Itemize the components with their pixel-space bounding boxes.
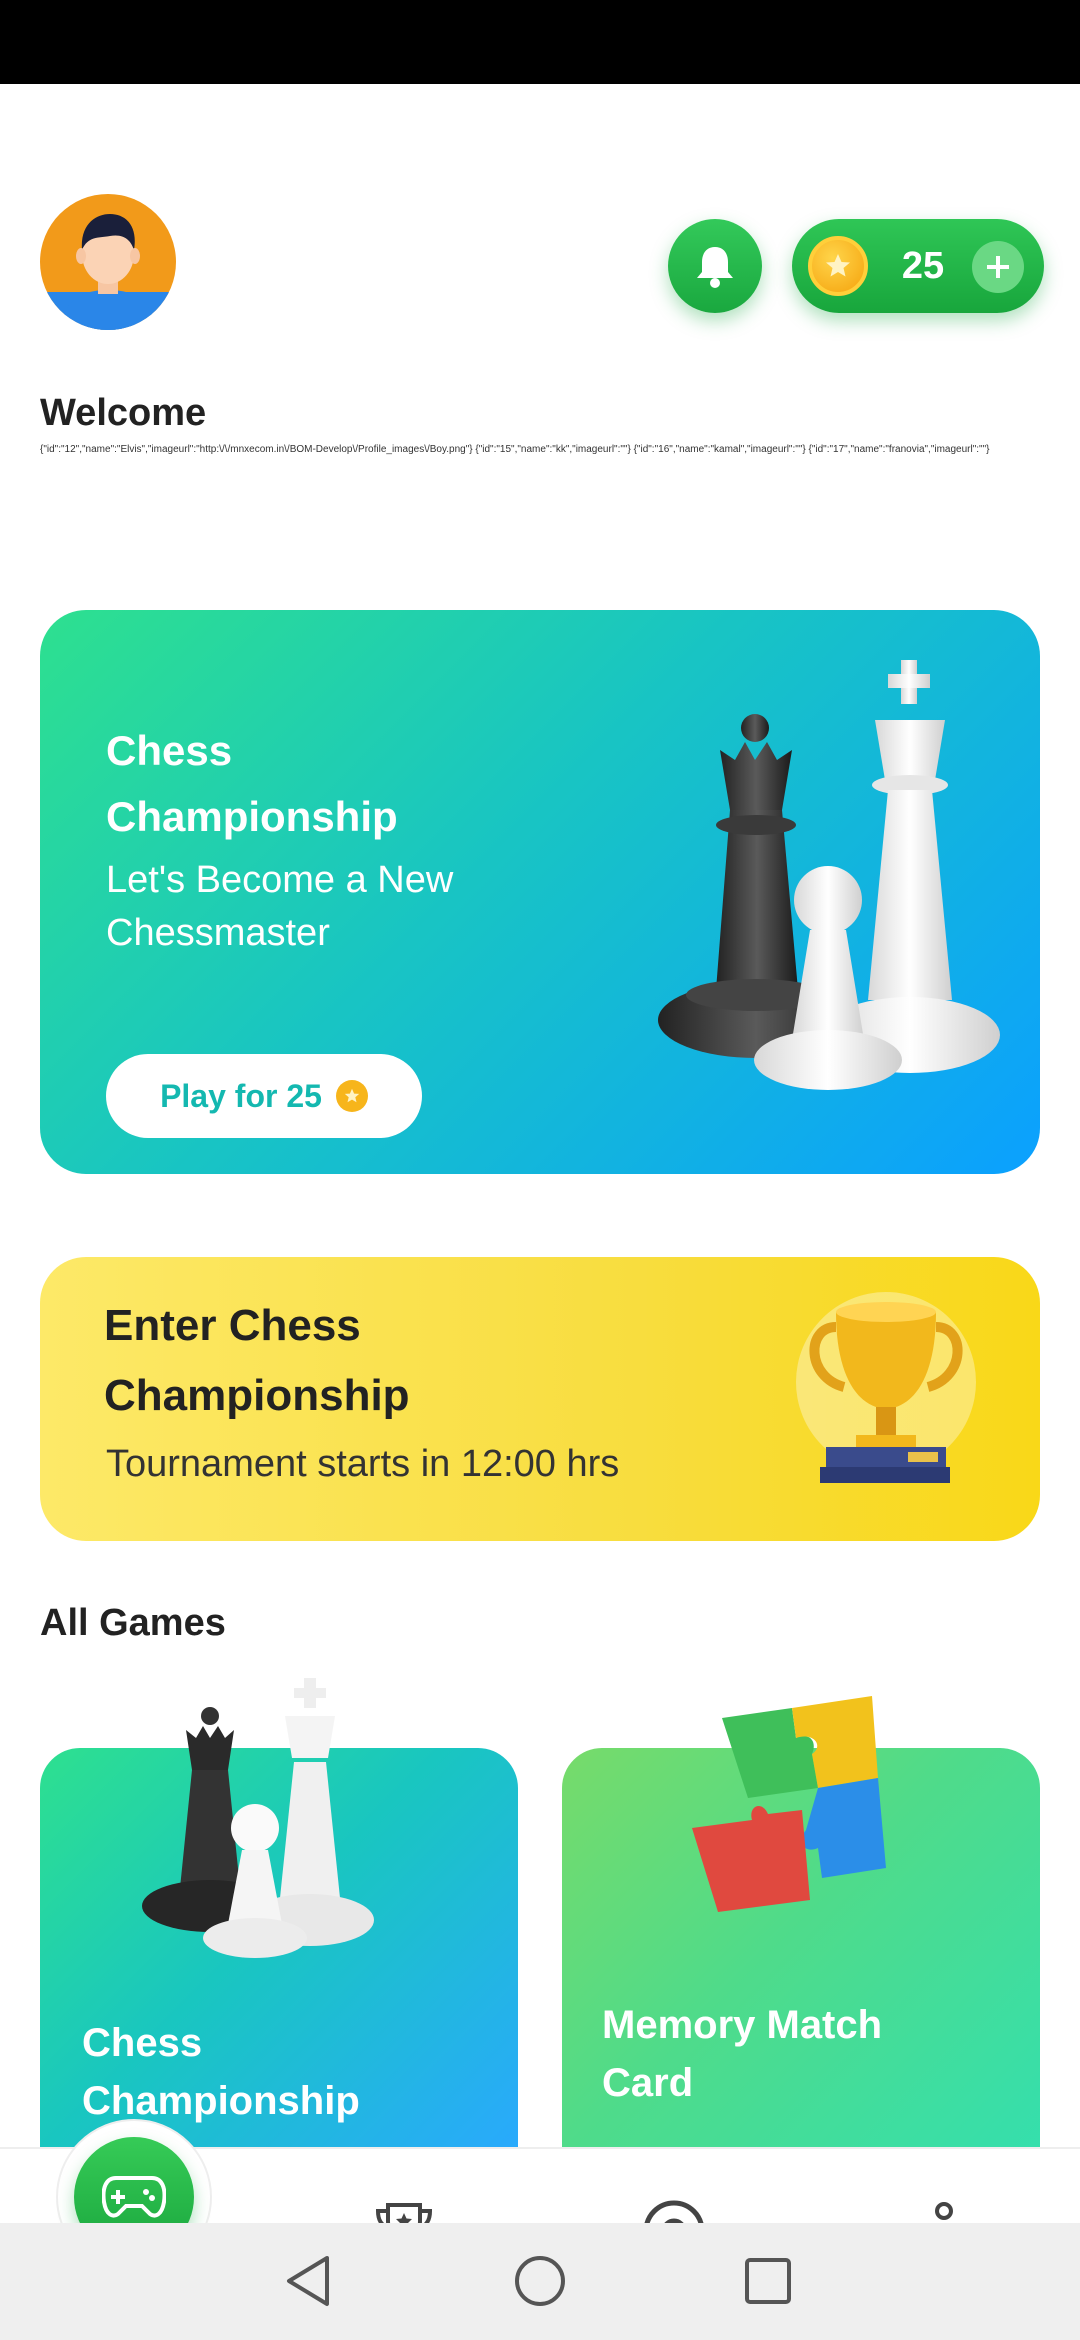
bell-icon [697,247,733,288]
home-circle-icon [515,2256,565,2306]
coin-icon [808,236,868,296]
home-button[interactable] [510,2251,570,2311]
back-triangle-icon [287,2256,329,2306]
status-bar [0,0,1080,84]
chess-banner[interactable]: Chess Championship Let's Become a New Ch… [40,610,1040,1174]
recents-button[interactable] [738,2251,798,2311]
game-card-memory[interactable]: Memory Match Card [562,1696,1040,2168]
tournament-card[interactable]: Enter Chess Championship Tournament star… [40,1257,1040,1541]
community-icon [935,2202,953,2220]
recents-square-icon [745,2258,791,2304]
puzzle-icon [692,1696,886,1912]
games-icon [102,2176,166,2218]
avatar[interactable] [40,194,176,330]
system-navigation-bar [0,2223,1080,2340]
tournament-title: Enter Chess Championship [104,1301,410,1420]
plus-icon [987,256,1009,278]
chess-pieces-icon [142,1678,374,1958]
welcome-title: Welcome [40,392,207,434]
all-games-heading: All Games [40,1602,226,1644]
nav-community-button[interactable] [908,2195,980,2223]
play-button[interactable]: Play for 25 [106,1054,422,1138]
notifications-button[interactable] [668,219,762,313]
game-card-title: Chess Championship [82,2021,360,2123]
bottom-navigation [0,2119,1080,2223]
user-list-debug-text: {"id":"12","name":"Elvis","imageurl":"ht… [40,444,990,455]
nav-target-button[interactable] [638,2195,710,2223]
trophy-icon [796,1292,976,1483]
target-icon [644,2200,704,2223]
chess-pieces-icon [658,660,1000,1090]
coin-icon [335,1080,368,1112]
game-card-chess[interactable]: Chess Championship [40,1678,518,2168]
coin-count: 25 [901,245,945,287]
user-avatar-icon [40,214,176,330]
tournament-subtitle: Tournament starts in 12:00 hrs [106,1443,620,1485]
banner-subtitle: Let's Become a New Chessmaster [106,859,454,954]
play-button-label: Play for 25 [160,1077,322,1114]
trophy-icon [375,2203,433,2223]
app-screen: 25 Welcome {"id":"12","name":"Elvis","im… [0,84,1080,2223]
coin-balance[interactable]: 25 [792,219,1044,313]
nav-trophy-button[interactable] [368,2195,440,2223]
star-icon [826,254,850,277]
banner-title: Chess Championship [106,727,398,840]
game-card-title: Memory Match Card [602,2003,883,2105]
back-button[interactable] [278,2251,338,2311]
add-coins-button[interactable] [972,241,1024,293]
